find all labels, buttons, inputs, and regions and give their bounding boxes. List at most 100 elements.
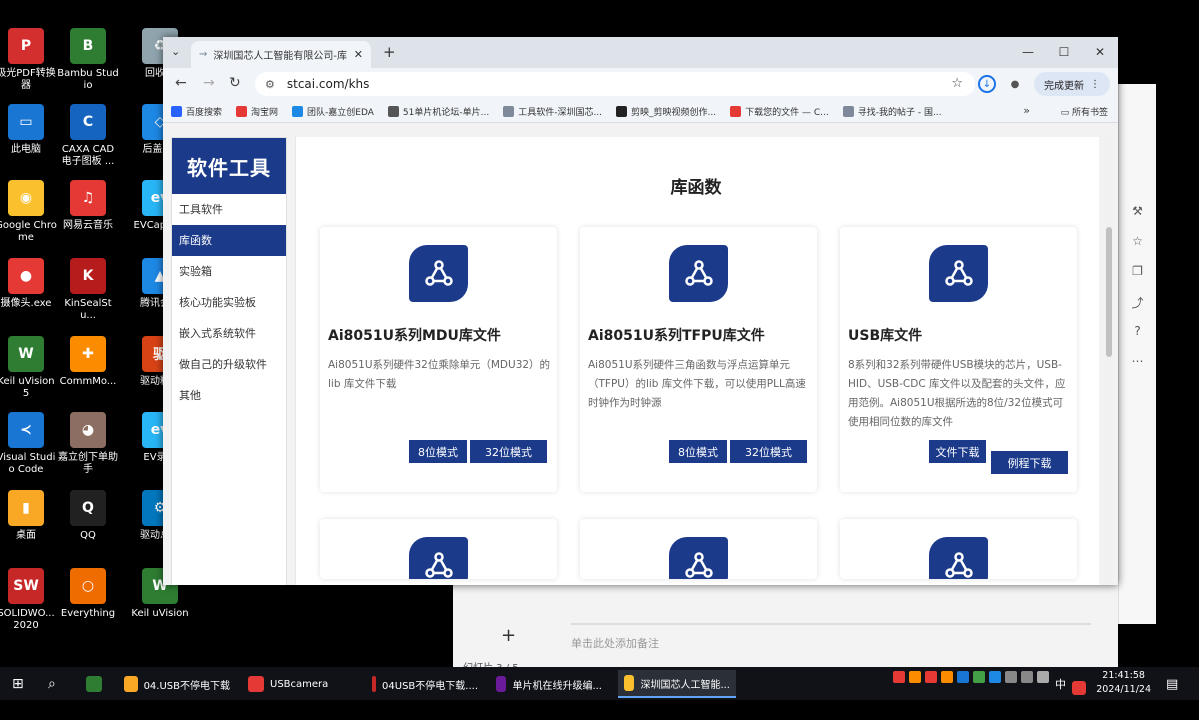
menu-icon: ⋮ bbox=[1090, 78, 1100, 90]
sidebar-nav-item[interactable]: 库函数 bbox=[172, 225, 286, 256]
close-tab-icon[interactable]: ✕ bbox=[354, 48, 363, 61]
tray-app-icon[interactable] bbox=[1072, 674, 1092, 702]
tray-icon[interactable] bbox=[989, 671, 1001, 683]
sidebar-nav-item[interactable]: 核心功能实验板 bbox=[172, 287, 286, 318]
desktop-icon[interactable]: SW SOLIDWO... 2020 bbox=[0, 568, 57, 632]
desktop-icon[interactable]: ● 摄像头.exe bbox=[0, 258, 57, 310]
site-info-icon[interactable]: ⚙ bbox=[265, 78, 275, 91]
desktop-icon[interactable]: ▭ 此电脑 bbox=[0, 104, 57, 156]
more-icon[interactable]: ⋯ bbox=[1129, 354, 1147, 368]
desktop-icon[interactable]: ◉ Google Chrome bbox=[0, 180, 57, 244]
tray-icon[interactable] bbox=[893, 671, 905, 683]
taskbar-window-button[interactable]: 深圳国芯人工智能... bbox=[618, 670, 736, 698]
sidebar-brand: 软件工具 bbox=[172, 138, 286, 194]
taskbar-app-icon[interactable] bbox=[80, 670, 114, 698]
sidebar-nav-item[interactable]: 实验箱 bbox=[172, 256, 286, 287]
update-button[interactable]: 完成更新 ⋮ bbox=[1034, 72, 1110, 96]
download-button[interactable]: 例程下载 bbox=[991, 451, 1068, 474]
clock[interactable]: 21:41:58 2024/11/24 bbox=[1096, 669, 1151, 697]
download-icon[interactable]: ↓ bbox=[978, 75, 996, 93]
bookmark-label: 寻找-我的帖子 - 国... bbox=[857, 107, 942, 118]
share-network-icon bbox=[409, 245, 468, 302]
taskbar-window-button[interactable]: 04USB不停电下载.... bbox=[366, 670, 484, 698]
desktop-icon[interactable]: B Bambu Studio bbox=[57, 28, 119, 92]
volume-icon[interactable] bbox=[1037, 671, 1049, 683]
new-tab-icon[interactable]: + bbox=[383, 43, 396, 61]
start-icon[interactable]: ⊞ bbox=[6, 670, 30, 698]
help-icon[interactable]: ? bbox=[1129, 324, 1147, 338]
reload-icon[interactable]: ↻ bbox=[229, 75, 241, 91]
search-icon[interactable]: ⌕ bbox=[42, 670, 62, 698]
sidebar-nav-item[interactable]: 其他 bbox=[172, 380, 286, 411]
maximize-icon[interactable]: ☐ bbox=[1046, 37, 1082, 68]
desktop-icon[interactable]: P 极光PDF转换器 bbox=[0, 28, 57, 92]
copy-icon[interactable]: ❐ bbox=[1129, 264, 1147, 278]
download-button[interactable]: 文件下载 bbox=[929, 440, 986, 463]
bookmark-item[interactable]: 淘宝网 bbox=[236, 105, 278, 118]
bookmark-item[interactable]: 团队-嘉立创EDA bbox=[292, 105, 374, 118]
more-bookmarks-icon[interactable]: » bbox=[1023, 104, 1030, 117]
chevron-down-icon[interactable]: ⌄ bbox=[171, 45, 180, 58]
bookmark-favicon-icon bbox=[292, 105, 304, 117]
tray-icon[interactable] bbox=[909, 671, 921, 683]
desktop-icon[interactable]: ○ Everything bbox=[57, 568, 119, 620]
tray-icon[interactable] bbox=[973, 671, 985, 683]
scrollbar-thumb[interactable] bbox=[1106, 227, 1112, 357]
page-sidebar: 软件工具 工具软件 库函数 实验箱 核心功能实验板 嵌入式系统软件 做自己的升级软件 其他 bbox=[171, 137, 287, 585]
desktop-icon[interactable]: C CAXA CAD 电子图板 ... bbox=[57, 104, 119, 168]
back-icon[interactable]: ← bbox=[175, 75, 187, 91]
notes-placeholder[interactable]: 单击此处添加备注 bbox=[571, 635, 659, 651]
sidebar-nav-item[interactable]: 做自己的升级软件 bbox=[172, 349, 286, 380]
add-icon[interactable]: + bbox=[501, 625, 516, 646]
bookmark-star-icon[interactable]: ☆ bbox=[951, 76, 963, 91]
download-button[interactable]: 32位模式 bbox=[730, 440, 807, 463]
bookmark-favicon-icon bbox=[616, 105, 628, 117]
bookmark-item[interactable]: 百度搜索 bbox=[171, 105, 222, 118]
sidebar-nav-item[interactable]: 嵌入式系统软件 bbox=[172, 318, 286, 349]
desktop-icon[interactable]: ◕ 嘉立创下单助手 bbox=[57, 412, 119, 476]
tool-icon[interactable]: ⚒ bbox=[1129, 204, 1147, 218]
desktop-icon[interactable]: K KinSealStu... bbox=[57, 258, 119, 322]
forward-icon[interactable]: → bbox=[203, 75, 215, 91]
taskbar-window-button[interactable]: 04.USB不停电下载 bbox=[118, 670, 236, 698]
web-page: 软件工具 工具软件 库函数 实验箱 核心功能实验板 嵌入式系统软件 做自己的升级软件 其他 … bbox=[163, 123, 1118, 585]
taskbar-window-button[interactable]: 单片机在线升级编... bbox=[490, 670, 608, 698]
tray-icon[interactable] bbox=[957, 671, 969, 683]
profile-icon[interactable]: ● bbox=[1006, 75, 1024, 93]
desktop-icon-label: CommMo... bbox=[59, 376, 117, 387]
tab-active[interactable]: ⇝ 深圳国芯人工智能有限公司-库... ✕ bbox=[191, 41, 371, 68]
desktop-icon[interactable]: ✚ CommMo... bbox=[57, 336, 119, 388]
bookmark-item[interactable]: 下载您的文件 — C... bbox=[730, 105, 829, 118]
bookmark-item[interactable]: 工具软件-深圳国芯... bbox=[503, 105, 602, 118]
minimize-icon[interactable]: — bbox=[1010, 37, 1046, 68]
notification-icon[interactable]: ▤ bbox=[1160, 670, 1184, 698]
sidebar-nav-item[interactable]: 工具软件 bbox=[172, 194, 286, 225]
page-title: 库函数 bbox=[670, 178, 722, 198]
taskbar: ⊞ ⌕ 中 21:41:58 2024/11/24 ▤ 04.USB不停电下载 U… bbox=[0, 667, 1199, 700]
bookmark-item[interactable]: 51单片机论坛-单片... bbox=[387, 105, 489, 118]
download-button[interactable]: 32位模式 bbox=[470, 440, 547, 463]
bookmark-item[interactable]: 剪映_剪映视频创作... bbox=[616, 105, 716, 118]
bookmark-item[interactable]: 寻找-我的帖子 - 国... bbox=[842, 105, 942, 118]
bookmark-label: 工具软件-深圳国芯... bbox=[518, 107, 603, 118]
desktop-icon[interactable]: ▮ 桌面 bbox=[0, 490, 57, 542]
share-icon[interactable]: ⤴ bbox=[1129, 294, 1147, 310]
taskbar-window-button[interactable]: USBcamera bbox=[242, 670, 360, 698]
wifi-icon[interactable] bbox=[1021, 671, 1033, 683]
close-window-icon[interactable]: ✕ bbox=[1082, 37, 1118, 68]
scrollbar[interactable] bbox=[1105, 137, 1113, 585]
star-icon[interactable]: ☆ bbox=[1129, 234, 1147, 248]
download-button[interactable]: 8位模式 bbox=[409, 440, 467, 463]
all-bookmarks[interactable]: ▭ 所有书签 bbox=[1061, 105, 1108, 118]
desktop-icon[interactable]: ≺ Visual Studio Code bbox=[0, 412, 57, 476]
desktop-icon[interactable]: Q QQ bbox=[57, 490, 119, 542]
battery-icon[interactable] bbox=[1005, 671, 1017, 683]
desktop-icon[interactable]: ♫ 网易云音乐 bbox=[57, 180, 119, 232]
browser-window: ⌄ ⇝ 深圳国芯人工智能有限公司-库... ✕ + — ☐ ✕ ← → ↻ ⚙ … bbox=[163, 37, 1118, 585]
tray-icon[interactable] bbox=[941, 671, 953, 683]
desktop-icon[interactable]: W Keil uVision5 bbox=[0, 336, 57, 400]
tray-icon[interactable] bbox=[925, 671, 937, 683]
ime-indicator[interactable]: 中 bbox=[1055, 676, 1066, 692]
address-bar[interactable]: ⚙ stcai.com/khs ☆ bbox=[255, 72, 975, 96]
download-button[interactable]: 8位模式 bbox=[669, 440, 727, 463]
